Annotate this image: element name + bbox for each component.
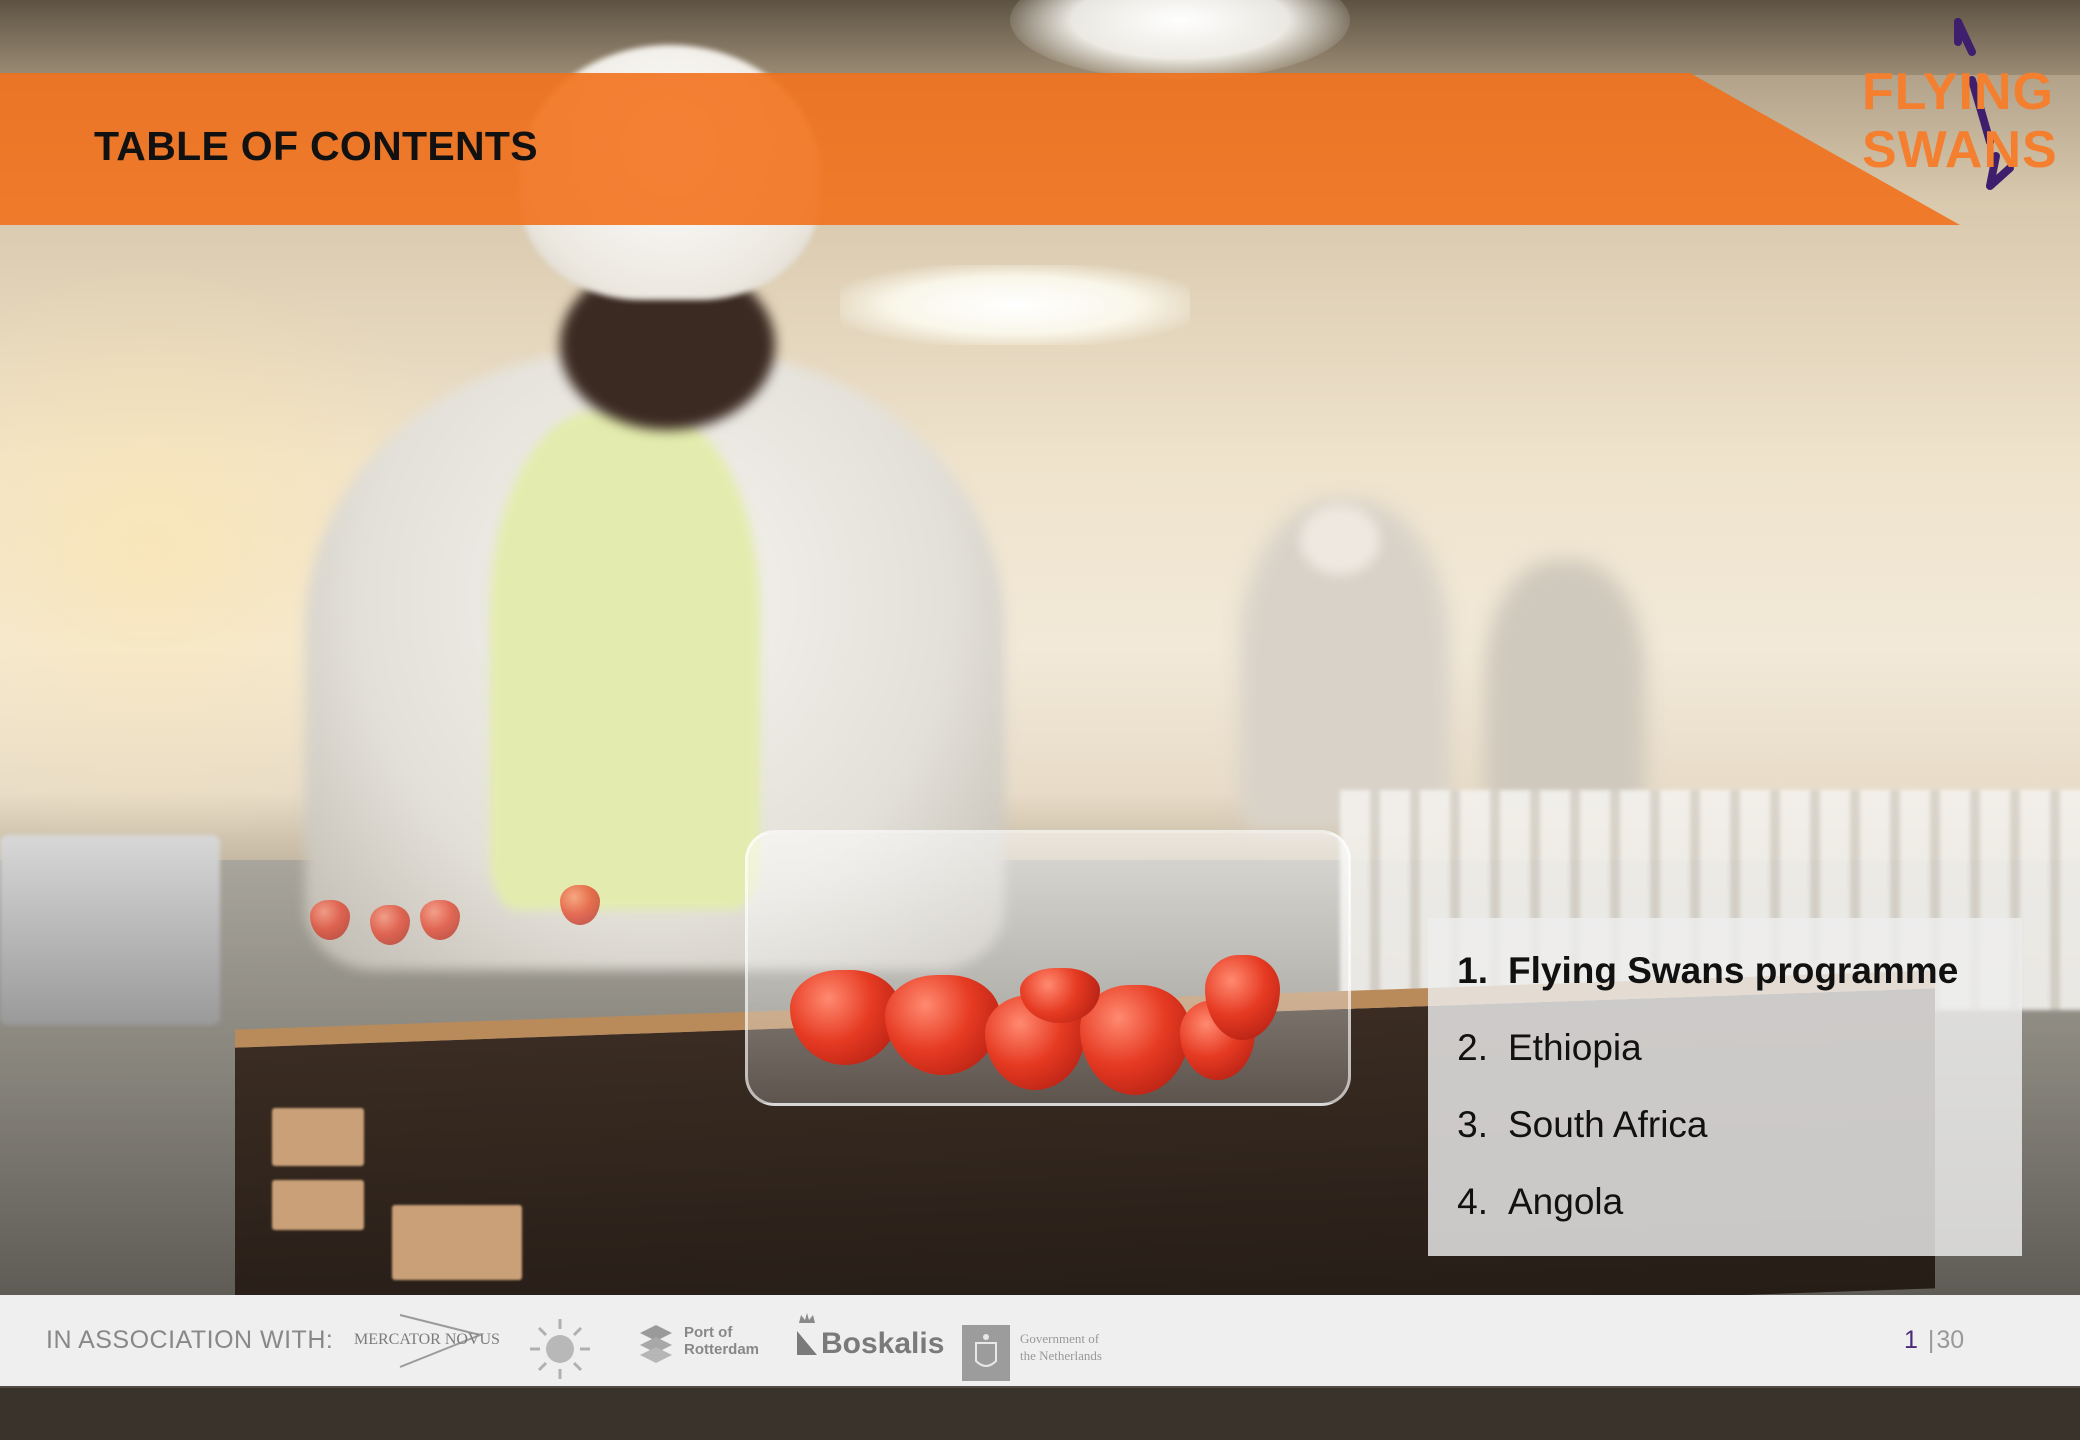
toc-item-angola[interactable]: 4. Angola [1428, 1172, 1623, 1232]
box-label [272, 1180, 364, 1230]
toc-item-number: 2. [1457, 1027, 1488, 1068]
background-worker-cap [1300, 505, 1380, 575]
page-title: TABLE OF CONTENTS [94, 123, 538, 169]
sun-emblem-icon [530, 1319, 590, 1379]
background-worker [1485, 560, 1645, 810]
page-counter: 1 |30 [1904, 1326, 1964, 1355]
page-current: 1 [1904, 1326, 1918, 1354]
logo-line-swans: SWANS [1862, 121, 2058, 179]
coat-of-arms-shape-icon [975, 1334, 997, 1367]
toc-item-south-africa[interactable]: 3. South Africa [1428, 1095, 1708, 1155]
ceiling-lamp [840, 265, 1190, 345]
weighing-scale [0, 835, 220, 1025]
bottom-strip [0, 1388, 2080, 1440]
port-waves-icon [640, 1325, 672, 1363]
partner-logo-government-netherlands: Government of the Netherlands [962, 1311, 1122, 1381]
box-label [392, 1205, 522, 1280]
government-line-2: the Netherlands [1020, 1348, 1102, 1363]
toc-item-label: South Africa [1508, 1104, 1708, 1145]
association-label: IN ASSOCIATION WITH: [46, 1326, 334, 1354]
toc-item-number: 3. [1457, 1104, 1488, 1145]
toc-panel: 1. Flying Swans programme 2. Ethiopia 3.… [1428, 918, 2022, 1256]
crown-icon [797, 1313, 817, 1355]
page-total: 30 [1936, 1326, 1965, 1354]
page-separator: | [1927, 1326, 1935, 1354]
box-label [272, 1108, 364, 1166]
toc-item-flying-swans-programme[interactable]: 1. Flying Swans programme [1428, 941, 1958, 1001]
flying-swans-logo: FLYING SWANS [1862, 16, 2062, 201]
rotterdam-line-2: Rotterdam [684, 1341, 760, 1358]
royal-coat-of-arms-icon [962, 1325, 1010, 1381]
rotterdam-line-1: Port of [684, 1324, 733, 1341]
boskalis-wordmark: Boskalis [821, 1327, 945, 1360]
government-line-1: Government of [1020, 1331, 1100, 1346]
worker-apron [490, 410, 760, 910]
toc-item-number: 1. [1457, 950, 1488, 991]
mercator-novus-wordmark: MERCATOR NOVUS [354, 1331, 500, 1348]
partner-logo-mercator-novus: MERCATOR NOVUS [352, 1311, 512, 1371]
toc-item-number: 4. [1457, 1181, 1488, 1222]
partner-logo-emblem [522, 1311, 598, 1379]
partner-logo-boskalis: Boskalis [795, 1311, 944, 1371]
footer-bar: IN ASSOCIATION WITH: MERCATOR NOVUS Port… [0, 1295, 2080, 1386]
logo-line-flying: FLYING [1862, 63, 2054, 121]
toc-item-label: Flying Swans programme [1508, 950, 1959, 991]
partner-logo-port-of-rotterdam: Port of Rotterdam [638, 1311, 768, 1371]
toc-item-ethiopia[interactable]: 2. Ethiopia [1428, 1018, 1642, 1078]
toc-item-label: Ethiopia [1508, 1027, 1642, 1068]
toc-item-label: Angola [1508, 1181, 1624, 1222]
